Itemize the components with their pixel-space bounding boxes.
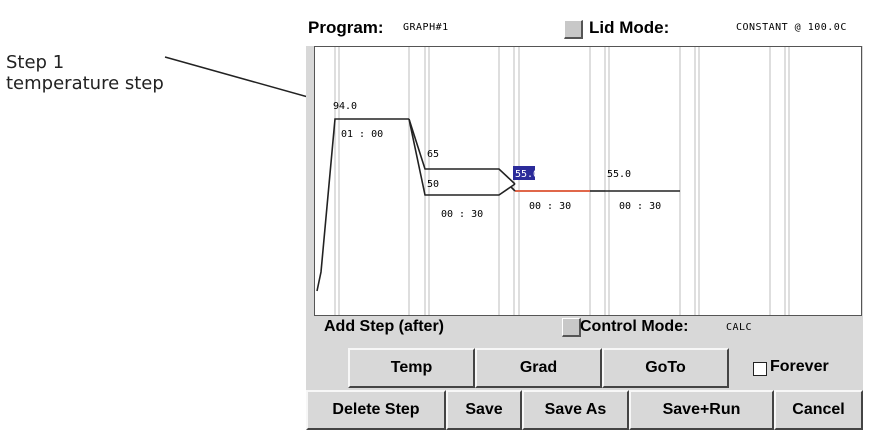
program-label: Program: bbox=[308, 18, 384, 37]
cancel-button[interactable]: Cancel bbox=[774, 390, 863, 430]
protocol-graph[interactable]: 94.0 01 : 00 65 50 00 : 30 55.0 00 : 30 … bbox=[314, 46, 862, 316]
step1-time-label: 01 : 00 bbox=[341, 129, 383, 140]
control-mode-value: CALC bbox=[726, 322, 753, 333]
callout-title: Step 1 bbox=[6, 52, 65, 73]
delete-step-button[interactable]: Delete Step bbox=[306, 390, 446, 430]
temp-step-button[interactable]: Temp bbox=[348, 348, 475, 388]
goto-step-button[interactable]: GoTo bbox=[602, 348, 729, 388]
program-header: Program: GRAPH#1 Lid Mode: CONSTANT @ 10… bbox=[306, 12, 863, 46]
control-mode-label: Control Mode: bbox=[580, 318, 689, 335]
step1-ramp-up bbox=[316, 118, 339, 292]
step2-temp-low-label: 50 bbox=[427, 179, 439, 190]
step2-temp-high-label: 65 bbox=[427, 149, 439, 160]
step1-temp-label: 94.0 bbox=[333, 101, 357, 112]
step2-time-label: 00 : 30 bbox=[441, 209, 483, 220]
step3-temp-label: 55.0 bbox=[515, 169, 539, 180]
add-step-label: Add Step (after) bbox=[324, 318, 444, 335]
lid-mode-toggle-button[interactable] bbox=[564, 20, 583, 39]
thermal-cycler-panel: Program: GRAPH#1 Lid Mode: CONSTANT @ 10… bbox=[306, 12, 863, 430]
protocol-graph-svg: 94.0 01 : 00 65 50 00 : 30 55.0 00 : 30 … bbox=[316, 47, 790, 315]
save-as-button[interactable]: Save As bbox=[522, 390, 629, 430]
step-dividers bbox=[334, 47, 790, 315]
lid-mode-label: Lid Mode: bbox=[589, 18, 670, 37]
step3-time-label: 00 : 30 bbox=[529, 201, 571, 212]
control-mode-toggle-button[interactable] bbox=[562, 318, 581, 337]
forever-checkbox[interactable] bbox=[753, 362, 767, 376]
callout-subtitle: temperature step bbox=[6, 73, 164, 94]
save-run-button[interactable]: Save+Run bbox=[629, 390, 774, 430]
gradient-step-button[interactable]: Grad bbox=[475, 348, 602, 388]
step4-time-label: 00 : 30 bbox=[619, 201, 661, 212]
lid-mode-value: CONSTANT @ 100.0C bbox=[736, 22, 847, 33]
forever-label: Forever bbox=[770, 358, 829, 375]
callout-annotation: Step 1 temperature step bbox=[6, 52, 164, 94]
program-name: GRAPH#1 bbox=[403, 22, 449, 33]
step4-temp-label: 55.0 bbox=[607, 169, 631, 180]
save-button[interactable]: Save bbox=[446, 390, 522, 430]
